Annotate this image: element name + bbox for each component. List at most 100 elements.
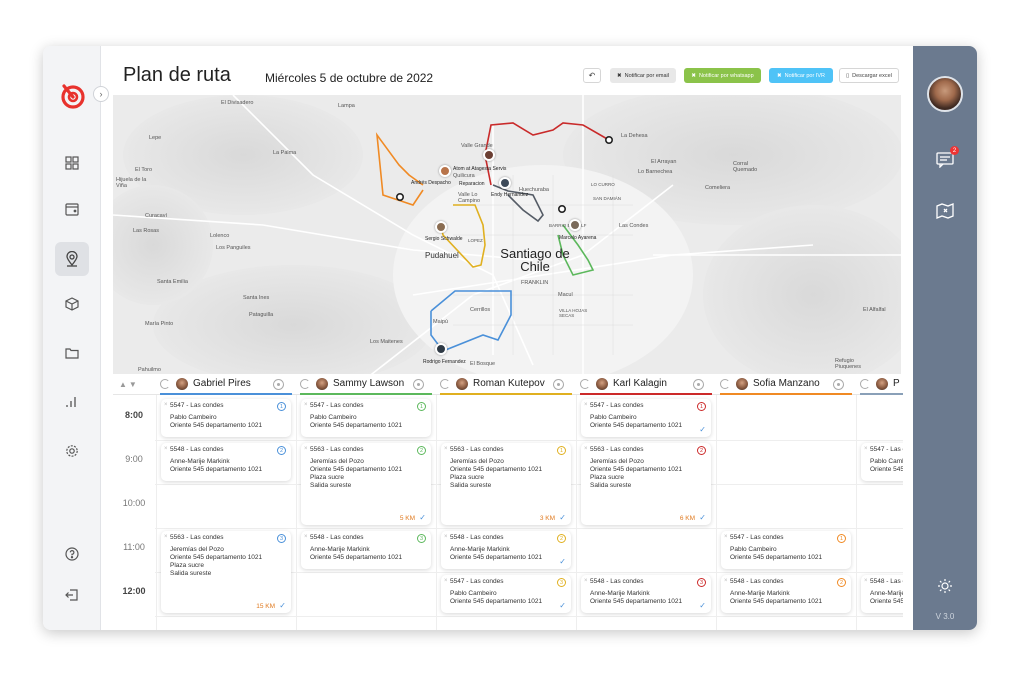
map-icon[interactable] [935, 201, 955, 221]
package-icon[interactable] [59, 291, 85, 317]
help-icon[interactable] [59, 541, 85, 567]
delivery-detail: Oriente 545 departamento 1021 [870, 598, 903, 605]
driver-column-header[interactable]: Roman Kutepov [440, 374, 572, 395]
locate-icon[interactable] [693, 379, 704, 390]
check-icon: ✓ [559, 513, 566, 522]
app-window: › Plan de ruta Miércoles 5 de octubre de… [43, 46, 977, 630]
delivery-card[interactable]: 5563 - Las condes3 Jeremías del PozoOrien… [161, 531, 291, 613]
delivery-detail: Pablo Cambeiro [170, 414, 217, 421]
map-city-label: Santiago de Chile [500, 246, 570, 274]
delivery-card[interactable]: 5547 - Las condes1 Pablo CambeiroOriente … [581, 399, 711, 437]
driver-label: Sergio Schwalde [425, 236, 463, 242]
delivery-card[interactable]: 5547 - Las condes1 Pablo CambeiroOriente … [161, 399, 291, 437]
calendar-icon[interactable] [59, 196, 85, 222]
delivery-card[interactable]: 5548 - Las condes Anne-Marije MarkinkOrie… [861, 575, 903, 613]
driver-column-header[interactable]: Gabriel Pires [160, 374, 292, 395]
map-label: Lepe [149, 135, 162, 141]
delivery-card[interactable]: 5547 - Las condes3 Pablo CambeiroOriente … [441, 575, 571, 613]
driver-name: Karl Kalagin [613, 378, 667, 389]
driver-column-header[interactable]: Karl Kalagin [580, 374, 712, 395]
driver-marker[interactable] [483, 149, 495, 161]
map-label: Maipú [433, 319, 448, 325]
download-excel-button[interactable]: ▯ Descargar excel [839, 68, 899, 83]
delivery-detail: Oriente 545 departamento 1021 [310, 466, 403, 473]
routes-icon[interactable] [55, 242, 89, 276]
settings-icon[interactable] [59, 438, 85, 464]
delivery-detail: Anne-Marije Markink [450, 546, 510, 553]
delivery-card[interactable]: 5563 - Las condes2 Jeremías del PozoOrien… [581, 443, 711, 525]
refresh-icon[interactable] [720, 378, 730, 389]
delivery-detail: Anne-Marije Markink [170, 458, 230, 465]
driver-avatar [176, 377, 188, 390]
delivery-card[interactable]: 5548 - Las condes2 Anne-Marije MarkinkOri… [161, 443, 291, 481]
notify-ivr-button[interactable]: ✖ Notificar por IVR [769, 68, 833, 83]
refresh-icon[interactable] [580, 378, 590, 389]
column-divider [576, 395, 577, 630]
reports-icon[interactable] [59, 389, 85, 415]
chat-icon[interactable]: 2 [935, 146, 959, 170]
map-label: María Pinto [145, 321, 174, 327]
locate-icon[interactable] [553, 379, 564, 390]
delivery-id: 5563 - Las condes [164, 534, 285, 541]
column-divider [716, 395, 717, 630]
locate-icon[interactable] [273, 379, 284, 390]
driver-column-header[interactable]: Sammy Lawson [300, 374, 432, 395]
delivery-card[interactable]: 5563 - Las condes1 Jeremías del PozoOrien… [441, 443, 571, 525]
notify-email-button[interactable]: ✖ Notificar por email [610, 68, 676, 83]
delivery-card[interactable]: 5547 - Las condes1 Pablo CambeiroOriente … [721, 531, 851, 569]
delivery-detail: Oriente 545 departamento 1021 [170, 554, 263, 561]
back-button[interactable]: ↶ [583, 68, 601, 83]
delivery-card[interactable]: 5547 - Las condes1 Pablo CambeiroOriente … [301, 399, 431, 437]
locate-icon[interactable] [413, 379, 424, 390]
stop-number: 1 [697, 402, 706, 411]
delivery-detail: Pablo Cambeiro [450, 590, 497, 597]
undo-icon: ↶ [588, 71, 596, 80]
driver-column-header[interactable]: Sofia Manzano [720, 374, 852, 395]
folder-icon[interactable] [59, 340, 85, 366]
map-label: Cerrillos [470, 307, 491, 313]
schedule-grid: ▲▼ Gabriel Pires Sammy Lawson Roman Kutepo… [113, 374, 903, 630]
hour-divider [155, 528, 903, 529]
refresh-icon[interactable] [440, 378, 450, 389]
map-label: Santa Emilia [157, 279, 188, 285]
delivery-detail: Plaza sucre [450, 474, 484, 481]
delivery-detail: Oriente 545 departamento 1021 [310, 422, 403, 429]
sort-arrows-icon[interactable]: ▲▼ [119, 380, 139, 389]
notify-whatsapp-button[interactable]: ✖ Notificar por whatsapp [684, 68, 761, 83]
delivery-card[interactable]: 5563 - Las condes2 Jeremías del PozoOrien… [301, 443, 431, 525]
dashboard-icon[interactable] [59, 150, 85, 176]
delivery-detail: Jeremías del Pozo [310, 458, 364, 465]
map-label: Los Maitenes [370, 339, 403, 345]
delivery-detail: Oriente 545 departamento 1021 [730, 554, 823, 561]
user-avatar[interactable] [927, 76, 963, 112]
delivery-card[interactable]: 5548 - Las condes3 Anne-Marije MarkinkOri… [581, 575, 711, 613]
delivery-card[interactable]: 5548 - Las condes2 Anne-Marije MarkinkOri… [721, 575, 851, 613]
delivery-card[interactable]: 5548 - Las condes3 Anne-Marije MarkinkOri… [301, 531, 431, 569]
map-label: Santa Ines [243, 295, 270, 301]
refresh-icon[interactable] [860, 378, 870, 389]
map-label: Las Rosas [133, 228, 159, 234]
delivery-card[interactable]: 5547 - Las condes Pablo CambeiroOriente 5… [861, 443, 903, 481]
driver-marker[interactable] [435, 221, 447, 233]
delivery-detail: Oriente 545 departamento 1021 [170, 466, 263, 473]
route-map[interactable]: El Divisadero Lampa Lepe La Palma Valle … [113, 95, 901, 381]
driver-marker[interactable] [569, 219, 581, 231]
map-label: Comeliera [705, 185, 731, 191]
map-label: La Dehesa [621, 133, 648, 139]
logout-icon[interactable] [59, 582, 85, 608]
sidebar-collapse-button[interactable]: › [93, 86, 109, 102]
delivery-card[interactable]: 5548 - Las condes2 Anne-Marije MarkinkOri… [441, 531, 571, 569]
theme-toggle-icon[interactable] [935, 576, 955, 596]
driver-marker[interactable] [499, 177, 511, 189]
refresh-icon[interactable] [160, 378, 170, 389]
driver-marker[interactable] [439, 165, 451, 177]
left-sidebar [43, 46, 101, 630]
stop-number: 3 [697, 578, 706, 587]
driver-column-header[interactable]: P [860, 374, 903, 395]
map-label: Curacaví [145, 213, 168, 219]
refresh-icon[interactable] [300, 378, 310, 389]
app-logo-icon[interactable] [59, 82, 87, 115]
delivery-detail: Jeremías del Pozo [450, 458, 504, 465]
locate-icon[interactable] [833, 379, 844, 390]
driver-marker[interactable] [435, 343, 447, 355]
